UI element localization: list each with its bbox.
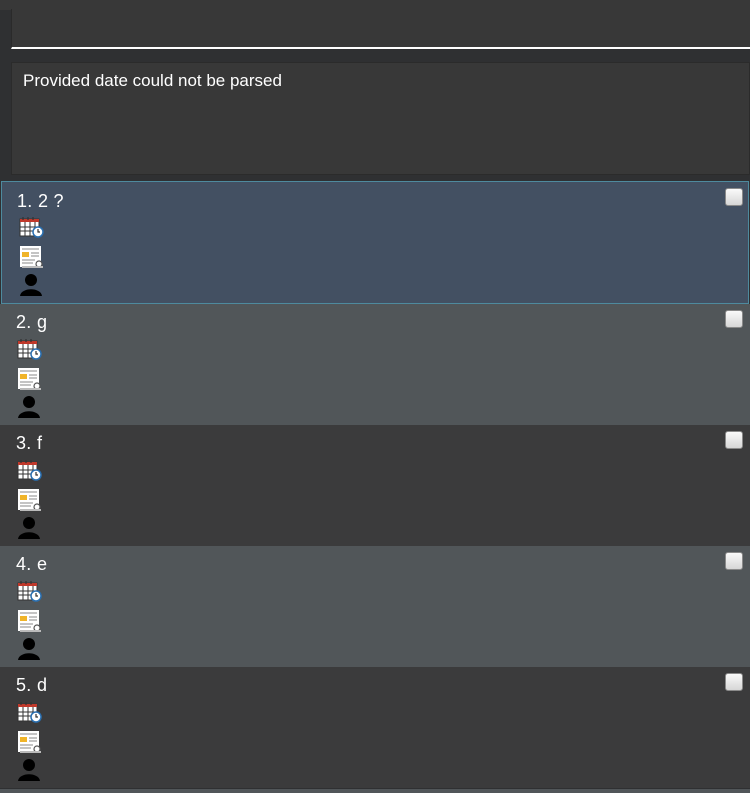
task-index: 1. xyxy=(17,191,33,211)
task-title: 4. e xyxy=(16,554,47,575)
document-icon xyxy=(17,488,42,512)
task-checkbox[interactable] xyxy=(725,673,743,691)
task-checkbox[interactable] xyxy=(725,310,743,328)
task-name: g xyxy=(36,312,48,332)
person-icon xyxy=(17,516,41,540)
task-index: 4. xyxy=(16,554,32,574)
document-icon xyxy=(17,730,42,754)
task-checkbox[interactable] xyxy=(725,188,743,206)
task-name: f xyxy=(36,433,43,453)
calendar-clock-icon xyxy=(17,701,42,723)
calendar-clock-icon xyxy=(19,216,44,238)
task-card[interactable]: 1. 2 ? xyxy=(1,181,749,304)
task-checkbox[interactable] xyxy=(725,431,743,449)
calendar-clock-icon xyxy=(17,338,42,360)
task-checkbox[interactable] xyxy=(725,552,743,570)
task-card[interactable]: 4. e xyxy=(0,546,750,667)
task-index: 5. xyxy=(16,675,32,695)
person-icon xyxy=(17,395,41,419)
document-icon xyxy=(19,245,44,269)
task-title: 5. d xyxy=(16,675,47,696)
document-icon xyxy=(17,609,42,633)
command-input[interactable] xyxy=(12,9,750,47)
task-name: e xyxy=(36,554,48,574)
command-box[interactable] xyxy=(11,9,750,49)
person-icon xyxy=(17,637,41,661)
task-title: 3. f xyxy=(16,433,42,454)
result-message: Provided date could not be parsed xyxy=(23,71,282,90)
calendar-clock-icon xyxy=(17,459,42,481)
next-card-edge xyxy=(0,789,750,793)
task-title: 2. g xyxy=(16,312,47,333)
document-icon xyxy=(17,367,42,391)
calendar-clock-icon xyxy=(17,580,42,602)
task-name: 2 ? xyxy=(37,191,64,211)
task-card[interactable]: 2. g xyxy=(0,304,750,425)
task-index: 2. xyxy=(16,312,32,332)
person-icon xyxy=(17,758,41,782)
result-display: Provided date could not be parsed xyxy=(11,62,750,175)
task-card[interactable]: 5. d xyxy=(0,667,750,788)
task-index: 3. xyxy=(16,433,32,453)
task-name: d xyxy=(36,675,48,695)
task-title: 1. 2 ? xyxy=(17,191,64,212)
person-icon xyxy=(19,273,43,297)
task-card[interactable]: 3. f xyxy=(0,425,750,546)
task-list[interactable]: 1. 2 ? 2. g 3. f 4. e 5. d xyxy=(0,181,750,788)
